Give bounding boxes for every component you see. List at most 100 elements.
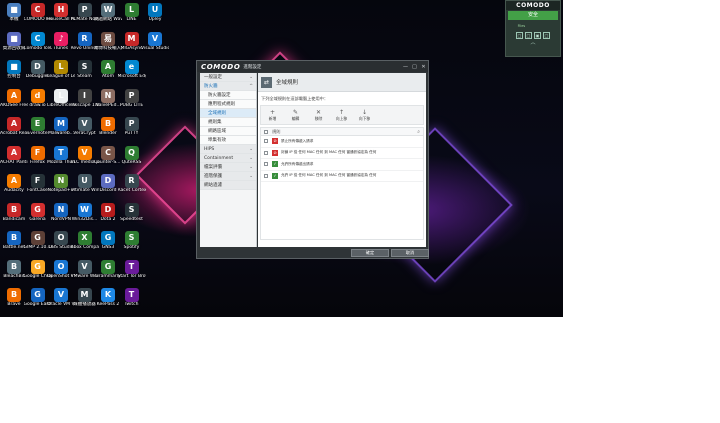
desktop: ■本機CCOMODO FirewallHHouseCall for HomePP… <box>0 0 563 317</box>
app-icon: G <box>30 259 45 274</box>
sidebar-item[interactable]: 網路區域 <box>200 127 256 136</box>
remove-icon: ✕ <box>315 109 322 116</box>
app-icon: P <box>77 3 92 17</box>
rule-label: 允許所有傳遞出請求 <box>281 161 314 166</box>
dialog-footer: 確定 取消 <box>200 248 429 258</box>
section-header: ⇄ 全域規則 <box>258 73 426 92</box>
app-icon: C <box>30 31 45 46</box>
desktop-icon[interactable]: U Upley <box>141 2 169 29</box>
toolbar-button-label: 編輯 <box>291 116 300 121</box>
sidebar-item[interactable]: 全域規則 <box>200 109 256 118</box>
app-icon: X <box>77 231 92 245</box>
sidebar-item[interactable]: Containment ⌄ <box>200 154 256 163</box>
minimize-icon[interactable]: — <box>401 64 410 70</box>
dialog-subtitle: 進階設定 <box>243 64 262 70</box>
desktop-icon[interactable]: S Speedtest <box>118 202 146 229</box>
desktop-icon[interactable]: R Racet Cortex <box>118 173 146 200</box>
app-icon: D <box>30 60 45 74</box>
maximize-icon[interactable]: □ <box>410 64 419 70</box>
cancel-button[interactable]: 取消 <box>391 249 429 257</box>
sidebar-item[interactable]: HIPS ⌄ <box>200 145 256 154</box>
chevron-up-icon: ^ <box>249 84 253 89</box>
close-icon[interactable]: ✕ <box>419 64 428 70</box>
app-icon: U <box>148 3 162 17</box>
sidebar-item[interactable]: 網站過濾 <box>200 181 256 190</box>
sidebar-item-label: 進階保護 <box>204 174 222 179</box>
app-icon: M <box>77 288 92 302</box>
select-all-checkbox[interactable] <box>264 129 268 134</box>
desktop-icon-label: Microsoft Edge <box>117 74 146 79</box>
chevron-down-icon: ⌄ <box>249 75 253 80</box>
app-icon: W <box>101 3 115 17</box>
dialog-titlebar[interactable]: COMODO 進階設定 — □ ✕ <box>197 61 428 72</box>
app-icon: B <box>7 202 21 217</box>
desktop-icon[interactable]: TStart Tor Browser <box>118 259 146 286</box>
search-icon[interactable]: ⌕ <box>417 129 420 135</box>
row-checkbox[interactable] <box>264 162 268 167</box>
row-checkbox[interactable] <box>264 150 268 155</box>
desktop-icon[interactable]: T Twitch <box>118 287 146 314</box>
desktop-icon[interactable]: S Spotify <box>118 230 146 257</box>
edit-icon: ✎ <box>292 109 299 116</box>
app-icon: B <box>7 231 21 245</box>
desktop-icon[interactable]: Q QuteRSS <box>118 145 146 172</box>
sidebar-item[interactable]: 埠集有效 <box>200 136 256 145</box>
app-icon: M <box>124 31 139 46</box>
app-icon: e <box>124 60 139 74</box>
widget-tool-icon[interactable]: □ <box>543 32 550 39</box>
sidebar-item[interactable]: 一般設定 ⌄ <box>200 73 256 82</box>
column-header-rule: 規則 <box>272 128 281 134</box>
desktop-icon[interactable]: VVisual Studio Code <box>141 31 169 58</box>
sidebar-item[interactable]: 防火牆 ^ <box>200 82 256 91</box>
settings-sidebar: 一般設定 ⌄ 防火牆 ^ 防火牆設定 應用程式規則 全域規則規則集網路區域埠集有效 HIPS ⌄… <box>200 73 257 247</box>
rule-label: 封鎖 IP 從 任何 MAC 任何 到 MAC 任何 當通訊協定為 任何 <box>281 150 377 155</box>
sidebar-item[interactable]: 進階保護 ⌄ <box>200 172 256 181</box>
move-down-button[interactable]: ↓ 向下移 <box>353 106 376 124</box>
chevron-down-icon: ⌄ <box>249 165 253 170</box>
comodo-widget[interactable]: COMODO 安全 Files □ □ ▣ □ ︿ <box>505 0 561 57</box>
sidebar-item-label: 規則集 <box>208 120 222 125</box>
edit-button[interactable]: ✎ 編輯 <box>284 106 307 124</box>
sidebar-item[interactable]: 防火牆設定 <box>200 91 256 100</box>
app-icon: G <box>30 202 45 217</box>
global-rules-icon: ⇄ <box>261 76 272 88</box>
chevron-up-icon[interactable]: ︿ <box>506 40 560 46</box>
sidebar-item[interactable]: 應用程式規則 <box>200 100 256 109</box>
table-row[interactable]: ⊘ 封鎖 IP 從 任何 MAC 任何 到 MAC 任何 當通訊協定為 任何 <box>261 148 423 159</box>
app-icon: A <box>7 117 21 131</box>
row-checkbox[interactable] <box>264 173 268 178</box>
desktop-icon-label: Racet Cortex <box>117 188 146 193</box>
table-row[interactable]: ⊘ 禁止所有傳遞入請求 <box>261 136 423 148</box>
remove-button[interactable]: ✕ 移除 <box>307 106 330 124</box>
desktop-icon-label: PuTTY <box>124 131 139 136</box>
table-row[interactable]: ✓ 允許所有傳遞出請求 <box>261 159 423 171</box>
desktop-icon[interactable]: P PuTTY <box>118 116 146 143</box>
sidebar-item-label: 防火牆 <box>204 84 218 89</box>
desktop-icon[interactable]: P PUBG LITE <box>118 88 146 115</box>
widget-status[interactable]: 安全 <box>508 11 558 20</box>
desktop-icon-label: Twitch <box>124 302 139 307</box>
add-button[interactable]: + 新增 <box>261 106 284 124</box>
desktop-icon[interactable]: eMicrosoft Edge <box>118 59 146 86</box>
app-icon: ■ <box>7 60 21 74</box>
table-row[interactable]: ✓ 允許 IP 從 任何 MAC 任何 到 MAC 任何 當通訊協定為 任何 <box>261 171 423 182</box>
app-icon: G <box>30 231 45 245</box>
chevron-down-icon: ⌄ <box>249 174 253 179</box>
app-icon: A <box>7 88 21 103</box>
app-icon: P <box>124 88 139 103</box>
app-icon: A <box>101 60 115 74</box>
widget-tool-icon[interactable]: ▣ <box>534 32 541 39</box>
widget-tool-icon[interactable]: □ <box>525 32 532 39</box>
widget-logo: COMODO <box>506 1 560 10</box>
block-rule-icon: ⊘ <box>272 149 278 156</box>
move-up-button[interactable]: ↑ 向上移 <box>330 106 353 124</box>
chevron-down-icon: ⌄ <box>249 156 253 161</box>
app-icon: V <box>77 117 92 131</box>
row-checkbox[interactable] <box>264 139 268 144</box>
sidebar-item-label: 埠集有效 <box>208 138 226 143</box>
sidebar-item[interactable]: 檔案評價 ⌄ <box>200 163 256 172</box>
widget-tool-icon[interactable]: □ <box>516 32 523 39</box>
app-icon: E <box>30 117 45 131</box>
ok-button[interactable]: 確定 <box>351 249 389 257</box>
sidebar-item[interactable]: 規則集 <box>200 118 256 127</box>
